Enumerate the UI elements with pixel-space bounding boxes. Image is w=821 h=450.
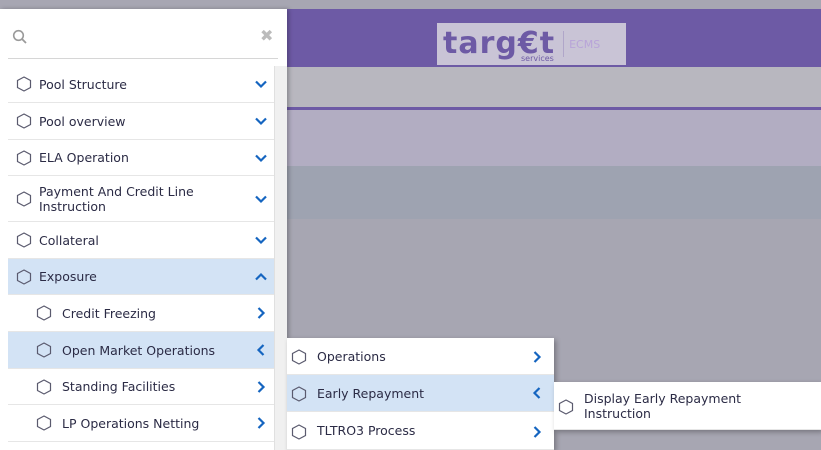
chevron-down-icon bbox=[255, 80, 267, 89]
menu-item-label: Collateral bbox=[39, 232, 99, 248]
hexagon-icon bbox=[291, 386, 307, 402]
target-logo[interactable]: targ€t services ECMS bbox=[437, 23, 626, 65]
main-menu: Pool Structure Pool overview ELA Operati… bbox=[8, 66, 274, 442]
logo-ecms-text: ECMS bbox=[569, 37, 601, 51]
menu-item-pool-structure[interactable]: Pool Structure bbox=[8, 66, 274, 103]
menu-item-label: Open Market Operations bbox=[62, 342, 216, 358]
menu-item-pool-overview[interactable]: Pool overview bbox=[8, 103, 274, 140]
menu-item-exposure[interactable]: Exposure bbox=[8, 259, 274, 295]
menu-item-ela-operation[interactable]: ELA Operation bbox=[8, 140, 274, 176]
submenu-item-label: TLTRO3 Process bbox=[317, 423, 416, 438]
menu-item-credit-freezing[interactable]: Credit Freezing bbox=[8, 295, 274, 332]
hexagon-icon bbox=[36, 305, 52, 321]
menu-item-lp-operations-netting[interactable]: LP Operations Netting bbox=[8, 405, 274, 442]
chevron-right-icon bbox=[257, 417, 266, 429]
navigation-sidebar: ✖ Pool Structure Pool overview ELA Opera… bbox=[0, 9, 287, 450]
chevron-down-icon bbox=[255, 117, 267, 126]
search-icon bbox=[12, 29, 27, 44]
menu-item-label: LP Operations Netting bbox=[62, 415, 200, 431]
menu-search: ✖ bbox=[8, 15, 278, 59]
menu-scrollbar[interactable] bbox=[274, 66, 287, 450]
hexagon-icon bbox=[291, 424, 307, 440]
logo-services-text: services bbox=[521, 54, 554, 63]
menu-item-label: ELA Operation bbox=[39, 150, 129, 165]
submenu-item-tltro3-process[interactable]: TLTRO3 Process bbox=[287, 412, 554, 450]
hexagon-icon bbox=[16, 76, 32, 92]
chevron-down-icon bbox=[255, 236, 267, 245]
chevron-left-icon bbox=[532, 387, 541, 399]
chevron-up-icon bbox=[255, 272, 267, 281]
chevron-down-icon bbox=[255, 195, 267, 204]
chevron-down-icon bbox=[255, 154, 267, 163]
chevron-right-icon bbox=[533, 426, 542, 438]
menu-item-label: Pool overview bbox=[39, 113, 126, 129]
hexagon-icon bbox=[36, 379, 52, 395]
submenu-item-label: Display Early Repayment Instruction bbox=[584, 390, 742, 421]
submenu-item-label: Early Repayment bbox=[317, 385, 425, 401]
menu-item-label: Exposure bbox=[39, 269, 97, 284]
hexagon-icon bbox=[558, 399, 574, 415]
logo-divider bbox=[563, 31, 565, 57]
menu-item-open-market-operations[interactable]: Open Market Operations bbox=[8, 332, 274, 369]
menu-item-label: Credit Freezing bbox=[62, 305, 156, 321]
menu-item-label: Payment And Credit Line Instruction bbox=[39, 183, 194, 214]
hexagon-icon bbox=[291, 349, 307, 365]
menu-item-collateral[interactable]: Collateral bbox=[8, 222, 274, 259]
submenu-item-operations[interactable]: Operations bbox=[287, 338, 554, 375]
submenu-item-early-repayment[interactable]: Early Repayment bbox=[287, 375, 554, 412]
menu-item-standing-facilities[interactable]: Standing Facilities bbox=[8, 369, 274, 405]
submenu-open-market-operations: Operations Early Repayment TLTRO3 Proces… bbox=[287, 338, 554, 450]
hexagon-icon bbox=[16, 191, 32, 207]
hexagon-icon bbox=[16, 150, 32, 166]
search-input[interactable] bbox=[36, 25, 236, 49]
chevron-right-icon bbox=[257, 307, 266, 319]
submenu-item-label: Operations bbox=[317, 348, 386, 364]
clear-search-icon[interactable]: ✖ bbox=[260, 27, 273, 45]
chevron-right-icon bbox=[257, 381, 266, 393]
hexagon-icon bbox=[36, 415, 52, 431]
submenu-early-repayment: Display Early Repayment Instruction bbox=[554, 382, 821, 430]
menu-item-label: Pool Structure bbox=[39, 76, 127, 92]
hexagon-icon bbox=[16, 113, 32, 129]
hexagon-icon bbox=[36, 342, 52, 358]
chevron-right-icon bbox=[533, 351, 542, 363]
chevron-left-icon bbox=[256, 344, 265, 356]
submenu-item-display-early-repayment-instruction[interactable]: Display Early Repayment Instruction bbox=[554, 382, 821, 430]
hexagon-icon bbox=[16, 269, 32, 285]
hexagon-icon bbox=[16, 232, 32, 248]
menu-item-payment-and-credit-line-instruction[interactable]: Payment And Credit Line Instruction bbox=[8, 176, 274, 222]
menu-item-label: Standing Facilities bbox=[62, 379, 176, 394]
